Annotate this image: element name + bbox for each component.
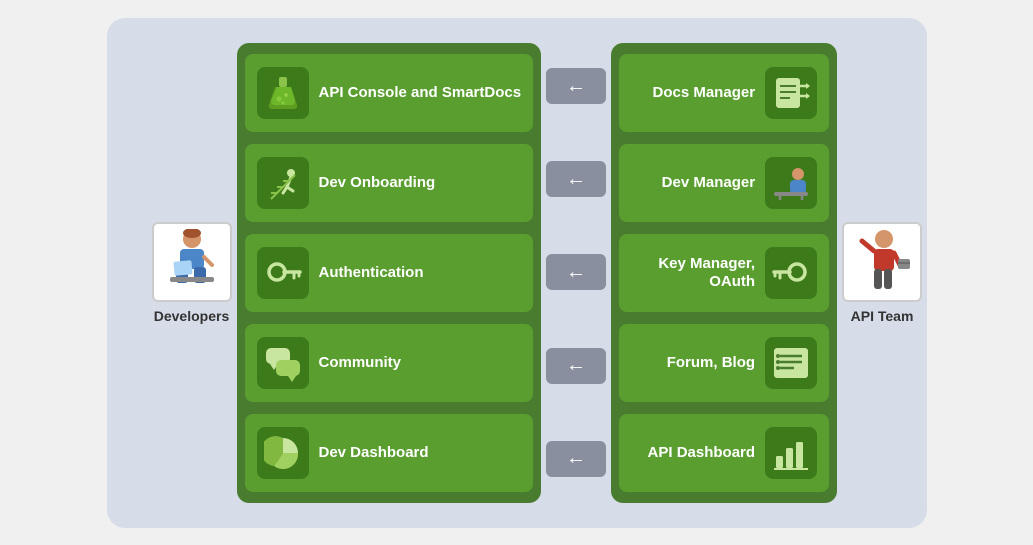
left-panel-label-community: Community [319,354,402,372]
arrow-column: ← ← ← ← ← [541,43,611,503]
right-green-panel: Docs Manager Dev Manager [611,43,837,503]
left-panel-row-community: Community [245,324,534,402]
right-panel-label-api-dashboard: API Dashboard [631,444,755,462]
key2-icon [765,247,817,299]
outer-container: Developers API Console and Smar [107,18,927,528]
escalator-icon [257,157,309,209]
arrow-3: ← [546,254,606,290]
right-panel-row-forum-blog: Forum, Blog [619,324,829,402]
arrow-2: ← [546,161,606,197]
diagram-wrapper: Developers API Console and Smar [0,0,1033,545]
right-panel-label-key-manager: Key Manager, OAuth [631,255,755,291]
arrow-1: ← [546,68,606,104]
flask-icon [257,67,309,119]
left-panel-row-api-console: API Console and SmartDocs [245,54,534,132]
right-panel-row-api-dashboard: API Dashboard [619,414,829,492]
right-panel-label-docs-manager: Docs Manager [631,84,755,102]
right-panel-label-dev-manager: Dev Manager [631,174,755,192]
chat-icon [257,337,309,389]
barchart-icon [765,427,817,479]
left-panel-row-authentication: Authentication [245,234,534,312]
left-panel-label-dev-onboarding: Dev Onboarding [319,174,436,192]
left-panel-row-dev-onboarding: Dev Onboarding [245,144,534,222]
api-team-icon [842,222,922,302]
key-left-icon [257,247,309,299]
developer-label: Developers [154,308,229,324]
list-icon [765,337,817,389]
arrow-5: ← [546,441,606,477]
developer-person: Developers [137,222,247,324]
api-team-label: API Team [851,308,914,324]
left-green-panel: API Console and SmartDocs [237,43,542,503]
developer-icon [152,222,232,302]
api-team-person: API Team [827,222,937,324]
docs-icon [765,67,817,119]
right-panel-label-forum-blog: Forum, Blog [631,354,755,372]
right-panel-row-dev-manager: Dev Manager [619,144,829,222]
left-panel-row-dev-dashboard: Dev Dashboard [245,414,534,492]
left-panel-label-authentication: Authentication [319,264,424,282]
piechart-icon [257,427,309,479]
left-panel-label-api-console: API Console and SmartDocs [319,84,522,102]
person-desk-icon [765,157,817,209]
right-panel-row-docs-manager: Docs Manager [619,54,829,132]
left-panel-label-dev-dashboard: Dev Dashboard [319,444,429,462]
arrow-4: ← [546,348,606,384]
right-panel-row-key-manager: Key Manager, OAuth [619,234,829,312]
